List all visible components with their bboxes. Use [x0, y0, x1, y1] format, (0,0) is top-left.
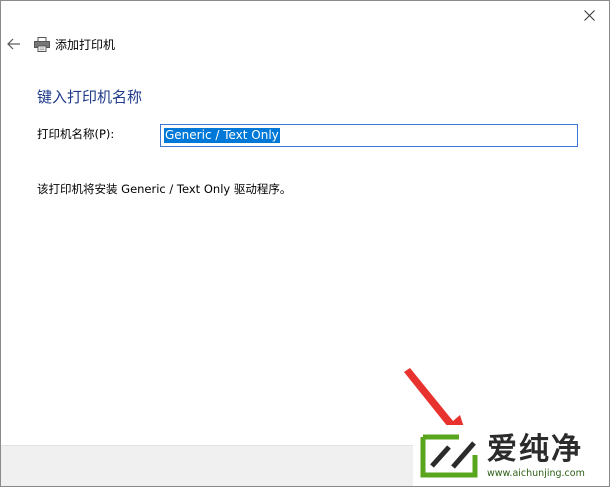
red-arrow-annotation: [404, 368, 471, 449]
close-icon: [583, 9, 595, 21]
title-row: 添加打印机: [6, 33, 115, 55]
printer-icon: [34, 36, 50, 52]
back-arrow-icon: [7, 38, 20, 50]
watermark-logo-icon: [420, 434, 478, 478]
watermark: 爱纯净 www.aichunjing.com: [413, 425, 609, 486]
close-button[interactable]: [569, 1, 609, 29]
add-printer-window: 添加打印机 键入打印机名称 打印机名称(P): Generic / Text O…: [0, 0, 610, 487]
back-button[interactable]: [6, 36, 22, 52]
watermark-url: www.aichunjing.com: [487, 468, 585, 479]
page-heading: 键入打印机名称: [37, 88, 143, 106]
printer-name-label: 打印机名称(P):: [37, 127, 115, 141]
watermark-text: 爱纯净: [487, 432, 583, 467]
dialog-title: 添加打印机: [55, 37, 116, 52]
printer-name-input[interactable]: Generic / Text Only: [160, 124, 578, 147]
driver-note: 该打印机将安装 Generic / Text Only 驱动程序。: [37, 182, 292, 196]
printer-name-value: Generic / Text Only: [164, 128, 280, 143]
